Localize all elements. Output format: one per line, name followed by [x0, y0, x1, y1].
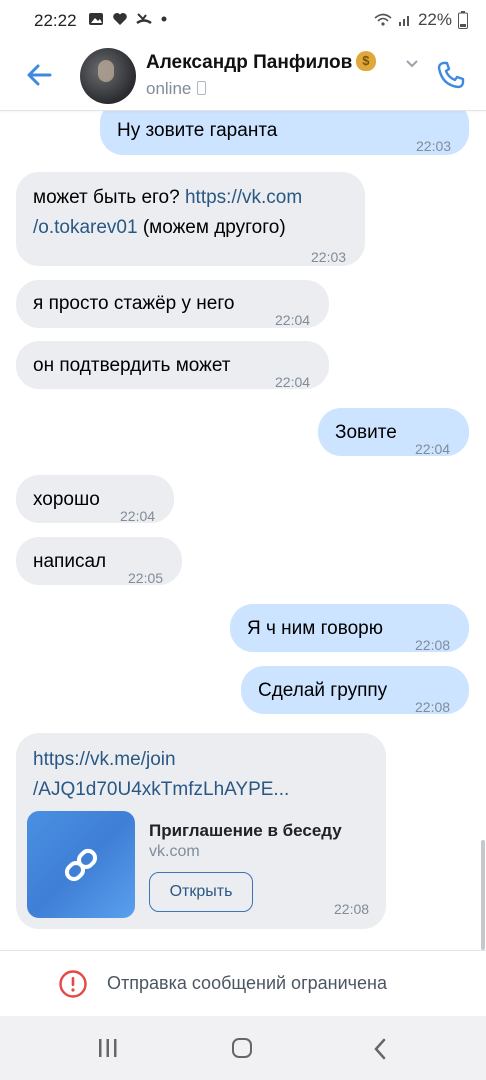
system-nav-bar [0, 1016, 486, 1080]
invite-link[interactable]: https://vk.me/join /AJQ1d70U4xkTmfzLhAYP… [33, 745, 289, 805]
online-status: online [146, 79, 207, 99]
message-text: Я ч ним говорю [247, 618, 383, 639]
message-text: я просто стажёр у него [33, 293, 235, 314]
signal-icon [398, 16, 409, 26]
profile-link-cont[interactable]: /o.tokarev01 [33, 217, 138, 238]
open-button[interactable]: Открыть [149, 872, 253, 912]
message-text: Ну зовите гаранта [117, 120, 278, 141]
message-text-suffix: (можем другого) [137, 217, 286, 238]
message-incoming[interactable]: может быть его? https://vk.com /o.tokare… [16, 172, 365, 266]
message-incoming[interactable]: написал 22:05 [16, 537, 182, 586]
message-text: хорошо [33, 489, 100, 510]
back-arrow-icon[interactable] [22, 58, 56, 92]
moneybag-emoji-icon [356, 51, 377, 71]
message-text: написал [33, 551, 107, 572]
message-time: 22:05 [128, 570, 164, 586]
invite-site: vk.com [149, 843, 200, 860]
message-time: 22:03 [416, 138, 452, 154]
contact-name-text: Александр Панфилов [146, 52, 353, 73]
message-incoming[interactable]: я просто стажёр у него 22:04 [16, 280, 329, 328]
battery-percent: 22% [417, 10, 452, 29]
message-outgoing[interactable]: Сделай группу 22:08 [241, 666, 469, 715]
missed-call-icon [136, 13, 152, 25]
gallery-icon [89, 13, 103, 25]
message-time: 22:08 [415, 637, 451, 653]
battery-icon [458, 11, 468, 29]
avatar[interactable] [80, 48, 136, 104]
message-text: может быть его? https://vk.com /o.tokare… [33, 183, 302, 243]
message-text: Сделай группу [258, 680, 388, 701]
status-time: 22:22 [34, 11, 77, 30]
home-icon[interactable] [232, 1038, 252, 1058]
link-icon [64, 848, 98, 882]
message-text: Зовите [335, 422, 397, 443]
chat-header: Александр Панфилов online [0, 40, 486, 111]
scrollbar[interactable] [481, 840, 485, 950]
message-incoming[interactable]: хорошо 22:04 [16, 475, 174, 524]
mobile-device-icon [197, 81, 207, 95]
message-time: 22:03 [311, 249, 347, 265]
dot-icon [161, 16, 167, 22]
wifi-icon [374, 13, 392, 26]
invite-title: Приглашение в беседу [149, 821, 342, 840]
messaging-restricted-bar: Отправка сообщений ограничена [0, 950, 486, 1017]
invite-link-line2: /AJQ1d70U4xkTmfzLhAYPE... [33, 779, 290, 800]
nav-back-icon[interactable] [372, 1038, 388, 1060]
profile-link[interactable]: https://vk.com [185, 187, 302, 208]
contact-name[interactable]: Александр Панфилов [146, 51, 377, 74]
message-time: 22:04 [120, 508, 156, 524]
recent-apps-icon[interactable] [97, 1038, 119, 1058]
heart-icon [113, 13, 127, 25]
warning-icon [59, 970, 87, 998]
restriction-text: Отправка сообщений ограничена [107, 973, 387, 993]
invite-thumbnail[interactable] [27, 811, 135, 918]
message-text-prefix: может быть его? [33, 187, 185, 208]
invite-link-line1: https://vk.me/join [33, 749, 176, 770]
chevron-down-icon[interactable] [405, 56, 419, 70]
message-time: 22:08 [415, 699, 451, 715]
message-outgoing[interactable]: Зовите 22:04 [318, 408, 469, 457]
message-time: 22:08 [334, 901, 370, 917]
message-time: 22:04 [415, 441, 451, 457]
status-right: 22% [374, 10, 468, 30]
message-outgoing[interactable]: Я ч ним говорю 22:08 [230, 604, 469, 653]
notification-icons [88, 12, 168, 26]
message-time: 22:04 [275, 312, 311, 328]
invite-message[interactable]: https://vk.me/join /AJQ1d70U4xkTmfzLhAYP… [16, 733, 386, 929]
message-incoming[interactable]: он подтвердить может 22:04 [16, 341, 329, 390]
message-time: 22:04 [275, 374, 311, 390]
message-text: он подтвердить может [33, 355, 231, 376]
phone-icon[interactable] [436, 60, 466, 90]
status-bar: 22:22 22% [0, 0, 486, 40]
online-status-text: online [146, 79, 192, 98]
